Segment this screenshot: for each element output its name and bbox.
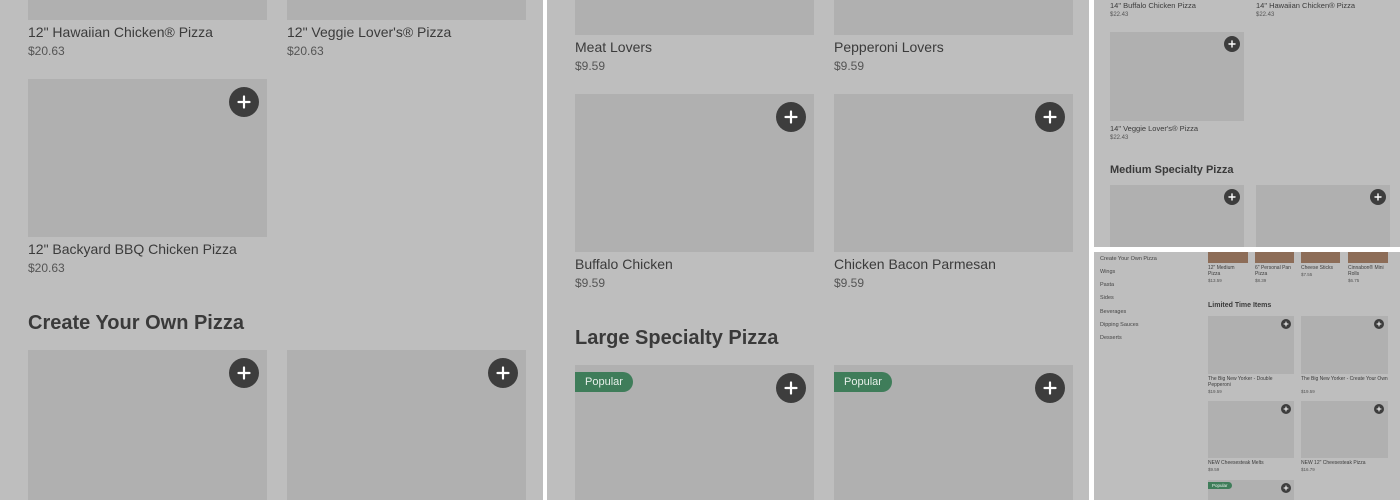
plus-icon xyxy=(237,95,251,109)
item-price: $16.79 xyxy=(1301,467,1315,472)
item-price: $19.59 xyxy=(1208,389,1222,394)
item-price: $13.59 xyxy=(1208,278,1222,283)
item-image[interactable] xyxy=(1208,252,1248,263)
popular-badge: Popular xyxy=(834,372,892,392)
item-name[interactable]: Meat Lovers xyxy=(575,39,652,55)
item-price: $9.59 xyxy=(834,59,865,73)
add-item-button[interactable] xyxy=(1035,373,1065,403)
item-image[interactable] xyxy=(1255,252,1294,263)
item-image[interactable] xyxy=(834,0,1073,35)
menu-panel-1: 12" Hawaiian Chicken® Pizza $20.63 12" V… xyxy=(0,0,543,500)
item-price: $9.59 xyxy=(575,59,606,73)
item-price: $9.59 xyxy=(575,276,606,290)
plus-icon xyxy=(1283,321,1289,327)
item-price: $22.43 xyxy=(1110,135,1129,141)
item-name[interactable]: 12" Hawaiian Chicken® Pizza xyxy=(28,24,213,40)
item-name[interactable]: NEW Cheesesteak Melts xyxy=(1208,460,1294,466)
item-price: $6.75 xyxy=(1348,278,1360,283)
plus-icon xyxy=(1376,406,1382,412)
popular-badge: Popular xyxy=(575,372,633,392)
plus-icon xyxy=(1283,406,1289,412)
nav-item-pasta[interactable]: Pasta xyxy=(1100,282,1114,288)
item-image[interactable] xyxy=(575,0,814,35)
plus-icon xyxy=(237,366,251,380)
item-name[interactable]: Cheese Sticks xyxy=(1301,265,1341,271)
item-image[interactable] xyxy=(1348,252,1388,263)
nav-item-wings[interactable]: Wings xyxy=(1100,269,1115,275)
item-price: $19.59 xyxy=(1301,389,1315,394)
item-price: $9.59 xyxy=(1208,467,1220,472)
add-item-button[interactable] xyxy=(1374,319,1384,329)
add-item-button[interactable] xyxy=(229,358,259,388)
plus-icon xyxy=(1043,381,1057,395)
item-name[interactable]: Cinnabon® Mini Rolls xyxy=(1348,265,1388,277)
add-item-button[interactable] xyxy=(776,373,806,403)
item-price: $20.63 xyxy=(287,44,324,58)
item-image[interactable] xyxy=(1301,252,1340,263)
section-heading: Limited Time Items xyxy=(1208,302,1272,309)
menu-panel-3: 14" Buffalo Chicken Pizza $22.43 14" Haw… xyxy=(1094,0,1400,247)
item-name[interactable]: Buffalo Chicken xyxy=(575,256,673,272)
plus-icon xyxy=(784,110,798,124)
section-heading: Create Your Own Pizza xyxy=(28,312,244,334)
nav-item-beverages[interactable]: Beverages xyxy=(1100,309,1126,315)
add-item-button[interactable] xyxy=(1224,36,1240,52)
item-price: $20.63 xyxy=(28,44,65,58)
item-price: $22.43 xyxy=(1110,12,1129,18)
add-item-button[interactable] xyxy=(1224,189,1240,205)
item-name[interactable]: 14" Veggie Lover's® Pizza xyxy=(1110,124,1198,133)
item-price: $20.63 xyxy=(28,261,65,275)
item-price: $22.43 xyxy=(1256,12,1275,18)
add-item-button[interactable] xyxy=(1281,404,1291,414)
plus-icon xyxy=(1228,193,1236,201)
popular-badge: Popular xyxy=(1208,482,1232,489)
section-heading: Large Specialty Pizza xyxy=(575,327,779,349)
item-price: $7.55 xyxy=(1301,272,1313,277)
menu-panel-4: Create Your Own Pizza Wings Pasta Sides … xyxy=(1094,252,1400,500)
plus-icon xyxy=(1376,321,1382,327)
item-name[interactable]: 14" Hawaiian Chicken® Pizza xyxy=(1256,1,1355,10)
plus-icon xyxy=(1374,193,1382,201)
plus-icon xyxy=(1228,40,1236,48)
item-price: $8.39 xyxy=(1255,278,1267,283)
add-item-button[interactable] xyxy=(1374,404,1384,414)
nav-item-dipping-sauces[interactable]: Dipping Sauces xyxy=(1100,322,1139,328)
item-name[interactable]: Chicken Bacon Parmesan xyxy=(834,256,996,272)
add-item-button[interactable] xyxy=(488,358,518,388)
item-name[interactable]: 12" Backyard BBQ Chicken Pizza xyxy=(28,241,237,257)
item-name[interactable]: 14" Buffalo Chicken Pizza xyxy=(1110,1,1196,10)
add-item-button[interactable] xyxy=(1370,189,1386,205)
add-item-button[interactable] xyxy=(229,87,259,117)
menu-panel-2: Meat Lovers $9.59 Pepperoni Lovers $9.59… xyxy=(547,0,1089,500)
nav-item-create-your-own-pizza[interactable]: Create Your Own Pizza xyxy=(1100,256,1157,262)
plus-icon xyxy=(496,366,510,380)
item-image[interactable] xyxy=(28,0,267,20)
item-name[interactable]: Pepperoni Lovers xyxy=(834,39,944,55)
nav-item-sides[interactable]: Sides xyxy=(1100,295,1114,301)
add-item-button[interactable] xyxy=(1035,102,1065,132)
plus-icon xyxy=(784,381,798,395)
add-item-button[interactable] xyxy=(1281,483,1291,493)
add-item-button[interactable] xyxy=(776,102,806,132)
item-name[interactable]: 12" Medium Pizza xyxy=(1208,265,1248,277)
item-name[interactable]: 6" Personal Pan Pizza xyxy=(1255,265,1295,277)
item-name[interactable]: The Big New Yorker - Double Pepperoni xyxy=(1208,376,1294,388)
item-image[interactable] xyxy=(287,0,526,20)
plus-icon xyxy=(1283,485,1289,491)
nav-item-desserts[interactable]: Desserts xyxy=(1100,335,1122,341)
plus-icon xyxy=(1043,110,1057,124)
item-name[interactable]: The Big New Yorker - Create Your Own xyxy=(1301,376,1388,382)
item-name[interactable]: NEW 12" Cheesesteak Pizza xyxy=(1301,460,1388,466)
section-heading: Medium Specialty Pizza xyxy=(1110,164,1234,176)
item-name[interactable]: 12" Veggie Lover's® Pizza xyxy=(287,24,451,40)
item-price: $9.59 xyxy=(834,276,865,290)
add-item-button[interactable] xyxy=(1281,319,1291,329)
